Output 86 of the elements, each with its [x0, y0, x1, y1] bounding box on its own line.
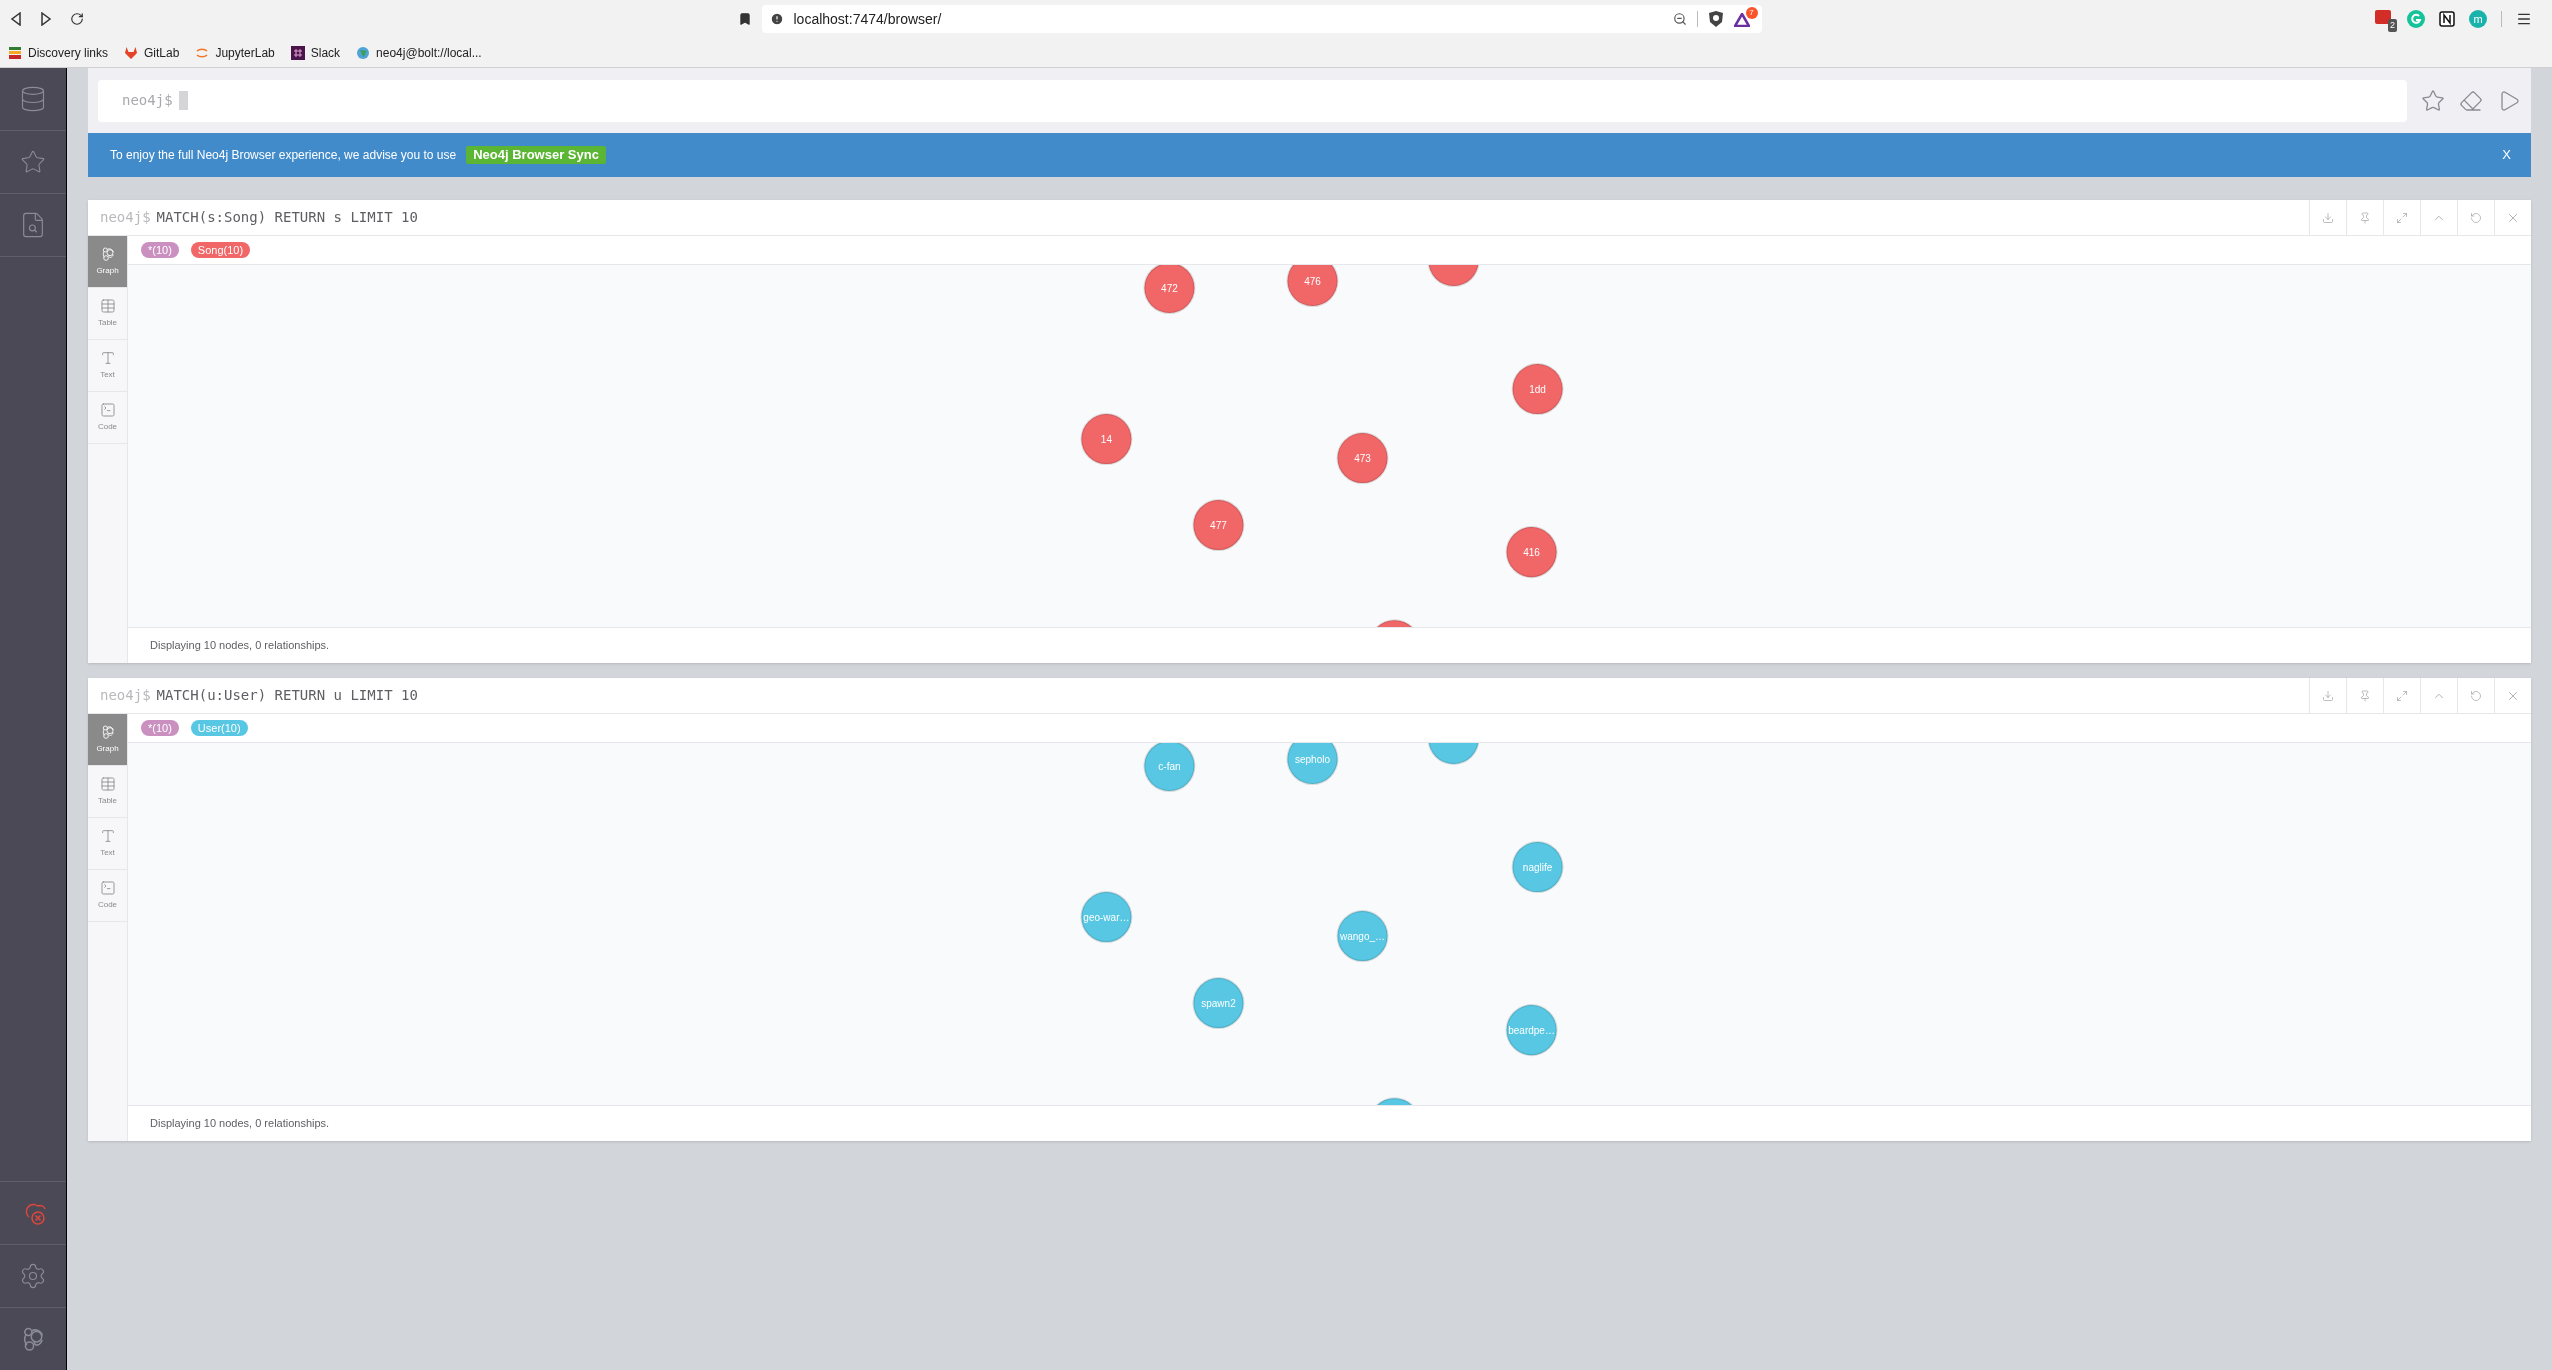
profile-avatar[interactable]: m: [2469, 10, 2487, 28]
bookmark-icon[interactable]: [737, 12, 752, 26]
graph-node[interactable]: geo-war…: [1080, 891, 1133, 944]
sync-button[interactable]: Neo4j Browser Sync: [466, 146, 606, 164]
graph-node[interactable]: [1427, 265, 1480, 287]
shield-icon[interactable]: [1707, 10, 1724, 28]
pin-icon: [2359, 211, 2371, 224]
download-icon: [2322, 211, 2334, 224]
bookmark-link[interactable]: GitLab: [124, 43, 180, 62]
back-icon[interactable]: [10, 12, 22, 26]
view-tab[interactable]: Text: [88, 818, 127, 870]
query-editor[interactable]: neo4j$: [98, 79, 2407, 122]
books-icon: [8, 45, 22, 60]
graph-node[interactable]: 416: [1505, 526, 1558, 579]
settings-icon: [19, 1262, 47, 1290]
frame-query[interactable]: MATCH(s:Song) RETURN s LIMIT 10: [156, 207, 418, 228]
code-icon: [99, 880, 116, 896]
rerun-icon: [2470, 211, 2482, 224]
view-tab[interactable]: Graph: [88, 236, 127, 288]
table-icon: [99, 298, 116, 314]
view-tab[interactable]: Table: [88, 288, 127, 340]
hash-icon: [290, 45, 305, 60]
fox-icon: [124, 45, 138, 60]
view-tab[interactable]: Graph: [88, 714, 127, 766]
address-bar[interactable]: localhost:7474/browser/ 7: [761, 5, 1762, 33]
database-icon: [19, 85, 47, 113]
graph-node[interactable]: 472: [1143, 265, 1196, 314]
rerun-icon: [2470, 689, 2482, 702]
notebook-icon[interactable]: [2439, 11, 2455, 27]
status-text: Displaying 10 nodes, 0 relationships.: [150, 638, 330, 654]
view-tab[interactable]: Text: [88, 340, 127, 392]
reload-icon[interactable]: [70, 12, 84, 26]
grammar-icon[interactable]: [2407, 10, 2425, 28]
menu-icon[interactable]: [2516, 11, 2532, 27]
label-chip[interactable]: User(10): [190, 720, 248, 736]
status-text: Displaying 10 nodes, 0 relationships.: [150, 1116, 330, 1132]
graph-node[interactable]: 477: [1192, 499, 1245, 552]
graph-node[interactable]: sepholo: [1286, 743, 1339, 785]
graph-node[interactable]: 1dd: [1511, 363, 1564, 416]
notification-badge: 7: [1745, 7, 1758, 19]
graph-node[interactable]: wango_…: [1336, 910, 1389, 963]
zoom-out-icon[interactable]: [1672, 12, 1687, 26]
graph-node[interactable]: c-fan: [1143, 743, 1196, 792]
download-icon: [2322, 689, 2334, 702]
label-chip[interactable]: Song(10): [190, 242, 251, 258]
text-icon: [99, 350, 116, 366]
pin-icon: [2359, 689, 2371, 702]
label-chip[interactable]: *(10): [141, 720, 179, 736]
globe-icon: [356, 45, 371, 60]
info-icon: [769, 12, 784, 26]
view-tab[interactable]: Table: [88, 766, 127, 818]
graph-node[interactable]: beardpe…: [1505, 1004, 1558, 1057]
eraser-icon: [2459, 88, 2483, 113]
bookmark-link[interactable]: JupyterLab: [195, 43, 275, 62]
expand-icon: [2396, 211, 2408, 224]
graph-node[interactable]: [1427, 743, 1480, 765]
graph-node[interactable]: 14: [1080, 413, 1133, 466]
extension-icon[interactable]: [2375, 10, 2391, 24]
view-tab[interactable]: Code: [88, 392, 127, 444]
star-icon: [20, 149, 46, 175]
view-tab[interactable]: Code: [88, 870, 127, 922]
favorite-button[interactable]: [2421, 88, 2445, 113]
bookmark-link[interactable]: Discovery links: [8, 43, 108, 62]
banner-close-button[interactable]: X: [2502, 145, 2511, 165]
text-cursor: [178, 91, 188, 110]
expand-icon: [2396, 689, 2408, 702]
bookmark-link[interactable]: neo4j@bolt://local...: [356, 43, 482, 62]
star-icon: [2421, 88, 2445, 113]
label-chip[interactable]: *(10): [141, 242, 179, 258]
banner-text: To enjoy the full Neo4j Browser experience, we advise you to use: [110, 147, 457, 164]
text-icon: [99, 828, 116, 844]
bookmark-link[interactable]: Slack: [290, 43, 341, 62]
frame-prompt: neo4j$: [100, 686, 151, 705]
frame-prompt: neo4j$: [100, 208, 151, 227]
frame-query[interactable]: MATCH(u:User) RETURN u LIMIT 10: [156, 685, 418, 706]
table-icon: [99, 776, 116, 792]
triangle-icon[interactable]: [1733, 13, 1750, 27]
graph-node[interactable]: 473: [1336, 432, 1389, 485]
graph-node[interactable]: naglife: [1511, 841, 1564, 894]
clear-button[interactable]: [2459, 88, 2483, 113]
extension-badge: 2: [2388, 18, 2397, 32]
forward-icon[interactable]: [40, 12, 52, 26]
editor-prompt: neo4j$: [122, 91, 173, 110]
graph-node[interactable]: 476: [1286, 265, 1339, 307]
code-icon: [99, 402, 116, 418]
graph-node[interactable]: spawn2: [1192, 977, 1245, 1030]
